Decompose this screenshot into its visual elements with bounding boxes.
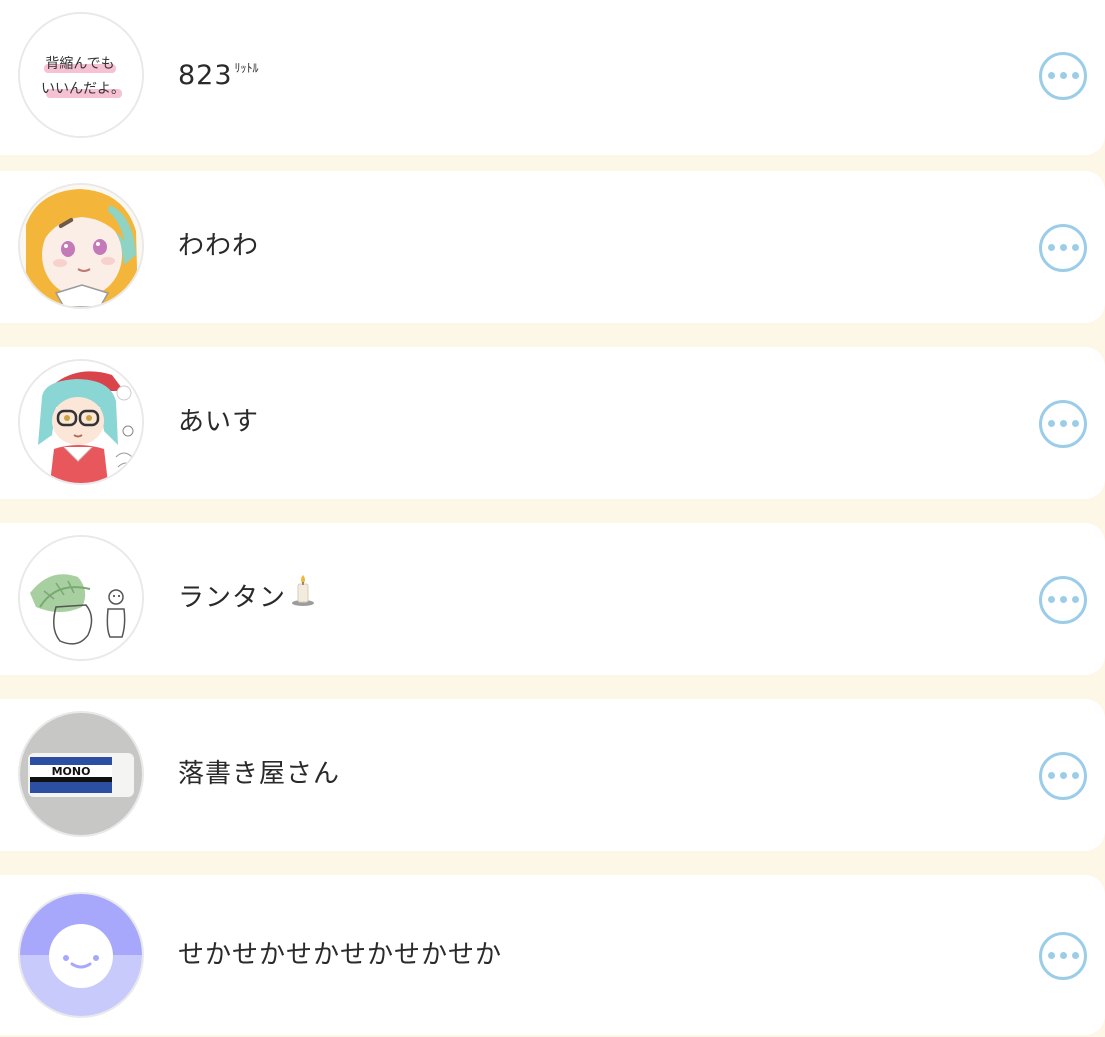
user-row[interactable]: あいす bbox=[0, 347, 1105, 499]
avatar[interactable]: 背縮んでも いいんだよ。 bbox=[18, 12, 144, 138]
user-name: 落書き屋さん bbox=[178, 759, 341, 789]
santa-girl-avatar bbox=[20, 361, 142, 483]
more-options-button[interactable] bbox=[1039, 576, 1087, 624]
user-name: せかせかせかせかせかせか bbox=[178, 940, 503, 970]
avatar[interactable] bbox=[18, 535, 144, 661]
more-options-button[interactable] bbox=[1039, 224, 1087, 272]
default-smiley-avatar bbox=[20, 894, 142, 1016]
leaf-sketch-avatar bbox=[20, 537, 142, 659]
avatar[interactable]: MONO bbox=[18, 711, 144, 837]
svg-text:MONO: MONO bbox=[52, 765, 91, 778]
svg-text:背縮んでも: 背縮んでも bbox=[45, 56, 114, 72]
avatar[interactable] bbox=[18, 359, 144, 485]
candle-icon bbox=[290, 574, 316, 617]
more-options-icon bbox=[1042, 772, 1084, 780]
avatar[interactable] bbox=[18, 892, 144, 1018]
user-name: あいす bbox=[178, 407, 260, 437]
svg-text:いいんだよ。: いいんだよ。 bbox=[41, 81, 125, 97]
user-row[interactable]: MONO 落書き屋さん bbox=[0, 699, 1105, 851]
user-name-suffix: ﾘｯﾄﾙ bbox=[234, 61, 259, 75]
more-options-icon bbox=[1042, 244, 1084, 252]
more-options-icon bbox=[1042, 72, 1084, 80]
user-name: ランタン bbox=[178, 575, 316, 617]
anime-girl-avatar bbox=[20, 185, 142, 307]
more-options-button[interactable] bbox=[1039, 932, 1087, 980]
avatar[interactable] bbox=[18, 183, 144, 309]
eraser-photo-avatar: MONO bbox=[20, 713, 142, 835]
user-row[interactable]: 背縮んでも いいんだよ。 823 ﾘｯﾄﾙ bbox=[0, 0, 1105, 155]
more-options-button[interactable] bbox=[1039, 52, 1087, 100]
user-name: 823 ﾘｯﾄﾙ bbox=[178, 60, 259, 91]
user-row[interactable]: わわわ bbox=[0, 171, 1105, 323]
user-row[interactable]: せかせかせかせかせかせか bbox=[0, 875, 1105, 1035]
more-options-icon bbox=[1042, 596, 1084, 604]
user-list: 背縮んでも いいんだよ。 823 ﾘｯﾄﾙ わわわ あいす ランタン MONO … bbox=[0, 0, 1105, 1037]
more-options-button[interactable] bbox=[1039, 400, 1087, 448]
user-row[interactable]: ランタン bbox=[0, 523, 1105, 675]
user-name: わわわ bbox=[178, 231, 260, 261]
more-options-icon bbox=[1042, 952, 1084, 960]
more-options-button[interactable] bbox=[1039, 752, 1087, 800]
text-image-avatar: 背縮んでも いいんだよ。 bbox=[20, 14, 142, 136]
more-options-icon bbox=[1042, 420, 1084, 428]
